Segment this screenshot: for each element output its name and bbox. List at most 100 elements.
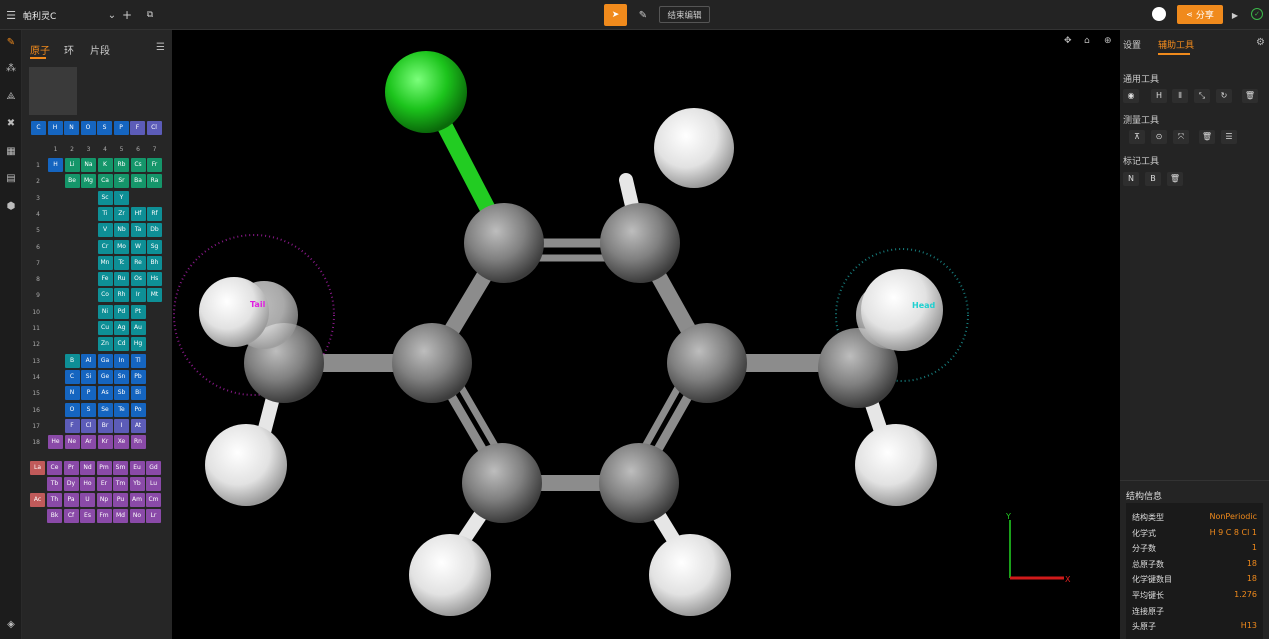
atom-cl[interactable] <box>385 51 467 133</box>
element-cs[interactable]: Cs <box>130 158 146 172</box>
element-br[interactable]: Br <box>97 418 113 433</box>
element-ir[interactable]: Ir <box>130 288 146 303</box>
element-pd[interactable]: Pd <box>114 304 129 319</box>
atom-h[interactable] <box>199 277 269 347</box>
element-md[interactable]: Md <box>113 509 128 523</box>
element-o[interactable]: O <box>80 121 96 135</box>
element-yb[interactable]: Yb <box>129 477 145 491</box>
element-ge[interactable]: Ge <box>97 369 113 384</box>
share-button[interactable]: ⋖ 分享 <box>1177 5 1223 24</box>
element-ho[interactable]: Ho <box>80 477 95 491</box>
chevron-down-icon[interactable]: ⌄ <box>106 8 118 22</box>
element-be[interactable]: Be <box>64 174 80 189</box>
element-rn[interactable]: Rn <box>130 435 146 450</box>
atom-c[interactable] <box>667 323 747 403</box>
element-cm[interactable]: Cm <box>146 493 161 507</box>
element-ar[interactable]: Ar <box>81 435 96 450</box>
element-tb[interactable]: Tb <box>47 477 62 491</box>
atom-h[interactable] <box>654 108 734 188</box>
element-mo[interactable]: Mo <box>114 239 129 254</box>
element-au[interactable]: Au <box>130 321 146 335</box>
element-zn[interactable]: Zn <box>97 337 113 352</box>
eye-icon[interactable]: ◉ <box>1123 89 1139 103</box>
element-rb[interactable]: Rb <box>114 158 129 172</box>
element-cu[interactable]: Cu <box>97 321 113 335</box>
element-os[interactable]: Os <box>130 272 146 287</box>
draw-icon[interactable]: ✎ <box>5 37 17 49</box>
atom-c[interactable] <box>464 203 544 283</box>
element-cd[interactable]: Cd <box>114 337 129 352</box>
element-ga[interactable]: Ga <box>97 353 113 368</box>
fit-view-icon[interactable]: ✥ <box>1064 36 1072 46</box>
layers-icon[interactable]: ◈ <box>5 619 17 631</box>
element-ba[interactable]: Ba <box>130 174 146 189</box>
element-o[interactable]: O <box>64 402 80 417</box>
element-fm[interactable]: Fm <box>96 509 112 523</box>
element-pb[interactable]: Pb <box>130 369 146 384</box>
element-bk[interactable]: Bk <box>47 509 62 523</box>
element-lr[interactable]: Lr <box>146 509 161 523</box>
end-edit-button[interactable]: 结束编辑 <box>659 6 710 23</box>
element-ag[interactable]: Ag <box>114 321 129 335</box>
atom-c[interactable] <box>600 203 680 283</box>
element-ac[interactable]: Ac <box>30 493 45 507</box>
element-er[interactable]: Er <box>96 477 112 491</box>
element-b[interactable]: B <box>64 353 80 368</box>
tab-fragments[interactable]: 片段 <box>90 42 110 57</box>
element-in[interactable]: In <box>114 353 129 368</box>
mark-delete-icon[interactable]: 🗑 <box>1167 172 1183 186</box>
gear-icon[interactable]: ⚙ <box>1256 37 1265 48</box>
grid-icon[interactable]: ▦ <box>5 146 17 158</box>
element-v[interactable]: V <box>97 223 113 238</box>
element-ne[interactable]: Ne <box>64 435 80 450</box>
element-cl[interactable]: Cl <box>81 418 96 433</box>
element-sr[interactable]: Sr <box>114 174 129 189</box>
measure-delete-icon[interactable]: 🗑 <box>1199 130 1215 144</box>
element-he[interactable]: He <box>48 435 63 450</box>
element-eu[interactable]: Eu <box>129 461 145 475</box>
element-la[interactable]: La <box>30 461 45 475</box>
element-am[interactable]: Am <box>129 493 145 507</box>
element-u[interactable]: U <box>80 493 95 507</box>
element-s[interactable]: S <box>81 402 96 417</box>
atom-h[interactable] <box>409 534 491 616</box>
element-sm[interactable]: Sm <box>113 461 128 475</box>
element-sc[interactable]: Sc <box>97 190 113 205</box>
element-no[interactable]: No <box>129 509 145 523</box>
element-zr[interactable]: Zr <box>114 206 129 221</box>
molecule-icon[interactable]: ⁂ <box>5 63 17 75</box>
element-dy[interactable]: Dy <box>63 477 79 491</box>
element-f[interactable]: F <box>64 418 80 433</box>
list-icon[interactable]: ☰ <box>156 42 165 53</box>
element-f[interactable]: F <box>130 121 145 135</box>
avatar[interactable] <box>1152 7 1166 21</box>
add-icon[interactable]: + <box>121 8 133 22</box>
element-bh[interactable]: Bh <box>147 255 162 270</box>
select-tool-button[interactable]: ➤ <box>604 4 627 26</box>
atom-c[interactable] <box>392 323 472 403</box>
atom-h[interactable] <box>205 424 287 506</box>
element-k[interactable]: K <box>97 158 113 172</box>
copy-icon[interactable]: ⧉ <box>144 8 156 22</box>
element-at[interactable]: At <box>130 418 146 433</box>
element-mn[interactable]: Mn <box>97 255 113 270</box>
element-re[interactable]: Re <box>130 255 146 270</box>
atom-h[interactable] <box>649 534 731 616</box>
element-tl[interactable]: Tl <box>130 353 146 368</box>
element-ti[interactable]: Ti <box>97 206 113 221</box>
element-tm[interactable]: Tm <box>113 477 128 491</box>
element-pt[interactable]: Pt <box>130 304 146 319</box>
element-c[interactable]: C <box>31 121 46 135</box>
mark-n-button[interactable]: N <box>1123 172 1139 186</box>
element-ce[interactable]: Ce <box>47 461 62 475</box>
element-sg[interactable]: Sg <box>147 239 162 254</box>
element-p[interactable]: P <box>81 386 96 401</box>
project-name[interactable]: 帕利灵C <box>23 9 56 22</box>
element-kr[interactable]: Kr <box>97 435 113 450</box>
element-ra[interactable]: Ra <box>147 174 162 189</box>
element-es[interactable]: Es <box>80 509 95 523</box>
align-icon[interactable]: ⫴ <box>1172 89 1188 103</box>
cube-icon[interactable]: ⬢ <box>5 201 17 213</box>
element-na[interactable]: Na <box>81 158 96 172</box>
menu-icon[interactable]: ☰ <box>5 9 17 22</box>
